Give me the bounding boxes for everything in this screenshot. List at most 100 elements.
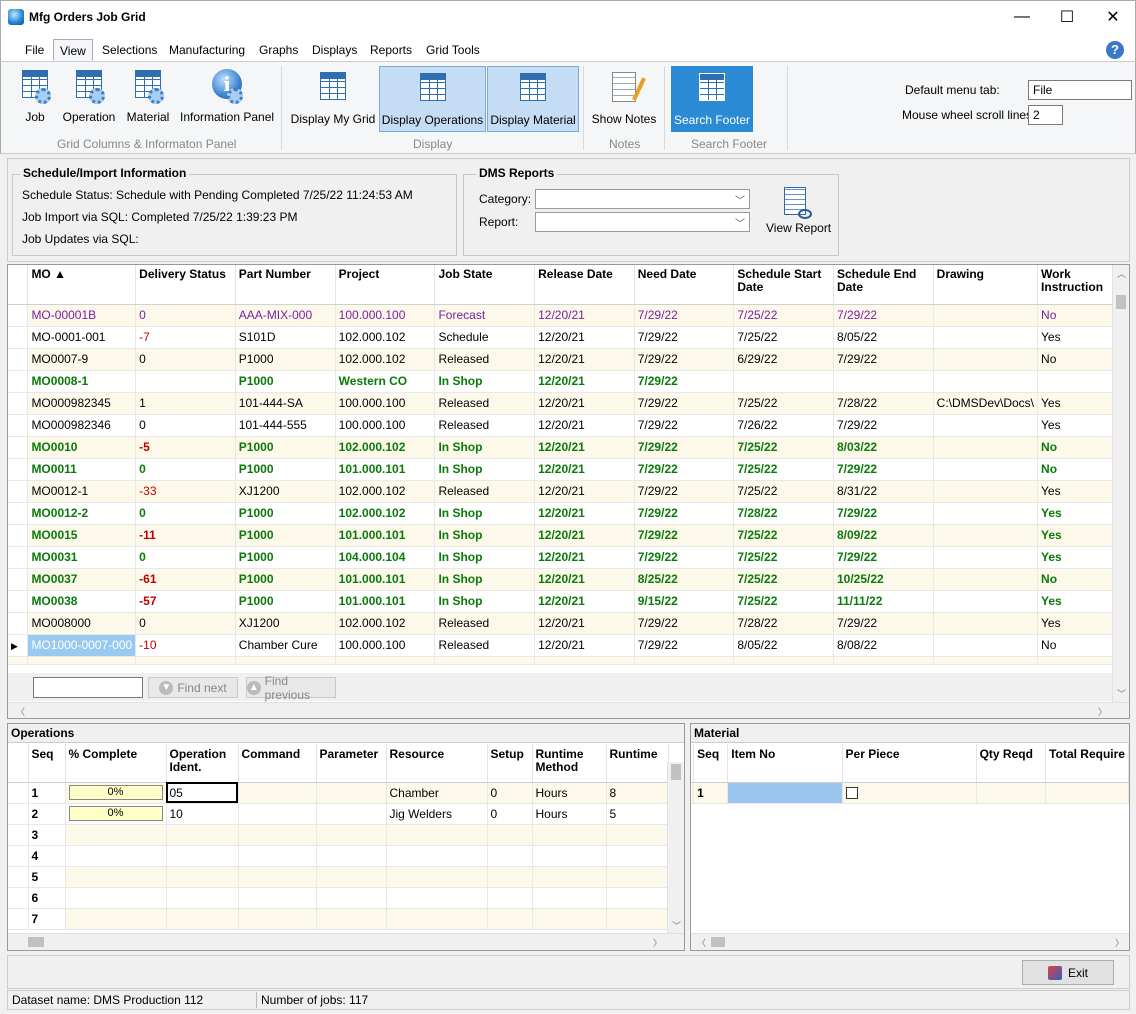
- release-date-cell[interactable]: 12/20/21: [534, 502, 635, 525]
- runtime-cell[interactable]: [606, 845, 669, 867]
- percent-complete-cell[interactable]: [65, 908, 167, 930]
- part-number-cell[interactable]: P1000: [235, 348, 336, 371]
- column-header[interactable]: Per Piece: [842, 744, 977, 783]
- scroll-left-icon[interactable]: 〈: [16, 705, 25, 718]
- job-state-cell[interactable]: Released: [434, 634, 536, 657]
- row-indicator[interactable]: [8, 326, 29, 349]
- release-date-cell[interactable]: 12/20/21: [534, 392, 635, 415]
- schedule-start-cell[interactable]: 7/28/22: [733, 612, 834, 635]
- drawing-cell[interactable]: [933, 502, 1039, 525]
- table-row[interactable]: MO0038 -57 P1000 101.000.101 In Shop 12/20/21…: [8, 590, 1129, 613]
- row-indicator[interactable]: [8, 304, 29, 327]
- resource-cell[interactable]: Jig Welders: [386, 803, 488, 825]
- runtime-method-cell[interactable]: [532, 887, 607, 909]
- row-indicator[interactable]: [8, 568, 29, 591]
- scroll-thumb[interactable]: [1116, 295, 1126, 309]
- resource-cell[interactable]: [386, 887, 488, 909]
- project-cell[interactable]: 100.000.100: [335, 304, 436, 327]
- setup-cell[interactable]: [487, 845, 533, 867]
- schedule-end-cell[interactable]: 7/29/22: [833, 414, 934, 437]
- job-state-cell[interactable]: In Shop: [434, 590, 536, 613]
- table-row[interactable]: MO0031 0 P1000 104.000.104 In Shop 12/20/21 7/…: [8, 546, 1129, 569]
- release-date-cell[interactable]: 12/20/21: [534, 612, 635, 635]
- scroll-thumb[interactable]: [711, 937, 725, 947]
- job-state-cell[interactable]: Schedule: [434, 326, 536, 349]
- schedule-start-cell[interactable]: 7/25/22: [733, 304, 834, 327]
- work-instruction-cell[interactable]: No: [1037, 304, 1122, 327]
- part-number-cell[interactable]: XJ1200: [235, 480, 336, 503]
- schedule-end-cell[interactable]: 8/08/22: [833, 634, 934, 657]
- project-cell[interactable]: 102.000.102: [335, 436, 436, 459]
- column-header[interactable]: Total Require: [1045, 744, 1129, 783]
- percent-complete-cell[interactable]: [65, 887, 167, 909]
- column-header[interactable]: Release Date: [534, 265, 635, 305]
- search-footer-button[interactable]: Search Footer: [671, 66, 753, 132]
- per-piece-cell[interactable]: [842, 782, 977, 804]
- project-cell[interactable]: 101.000.101: [335, 524, 436, 547]
- command-cell[interactable]: [238, 782, 317, 804]
- operation-ident-cell[interactable]: [166, 824, 239, 846]
- part-number-cell[interactable]: XJ1200: [235, 612, 336, 635]
- row-indicator[interactable]: [8, 348, 29, 371]
- need-date-cell[interactable]: 7/29/22: [634, 414, 735, 437]
- row-indicator[interactable]: ▶: [8, 634, 29, 657]
- operation-button[interactable]: Operation: [60, 68, 118, 124]
- delivery-status-cell[interactable]: -61: [135, 568, 236, 591]
- release-date-cell[interactable]: 12/20/21: [534, 326, 635, 349]
- vertical-scrollbar[interactable]: ︿ ﹀: [1112, 265, 1129, 702]
- scroll-right-icon[interactable]: 〉: [1098, 705, 1107, 718]
- work-instruction-cell[interactable]: No: [1037, 568, 1122, 591]
- column-header[interactable]: Parameter: [316, 744, 387, 783]
- drawing-cell[interactable]: [933, 458, 1039, 481]
- display-my-grid-button[interactable]: Display My Grid: [289, 66, 377, 132]
- runtime-method-cell[interactable]: [532, 908, 607, 930]
- schedule-start-cell[interactable]: 7/25/22: [733, 568, 834, 591]
- work-instruction-cell[interactable]: Yes: [1037, 524, 1122, 547]
- drawing-cell[interactable]: [933, 568, 1039, 591]
- release-date-cell[interactable]: 12/20/21: [534, 304, 635, 327]
- part-number-cell[interactable]: S101D: [235, 326, 336, 349]
- horizontal-scrollbar[interactable]: 〉: [8, 933, 684, 950]
- schedule-start-cell[interactable]: 7/25/22: [733, 458, 834, 481]
- vertical-scrollbar[interactable]: ﹀: [667, 762, 684, 934]
- tab-graphs[interactable]: Graphs: [253, 39, 304, 61]
- table-row[interactable]: MO0010 -5 P1000 102.000.102 In Shop 12/20/21 7…: [8, 436, 1129, 459]
- schedule-end-cell[interactable]: 11/11/22: [833, 590, 934, 613]
- scroll-down-icon[interactable]: ﹀: [672, 919, 681, 932]
- work-instruction-cell[interactable]: No: [1037, 458, 1122, 481]
- release-date-cell[interactable]: 12/20/21: [534, 634, 635, 657]
- runtime-method-cell[interactable]: Hours: [532, 782, 607, 804]
- row-indicator[interactable]: [8, 866, 29, 888]
- table-row[interactable]: MO008000 0 XJ1200 102.000.102 Released 12/20/…: [8, 612, 1129, 635]
- horizontal-scrollbar[interactable]: 〈 〉: [691, 933, 1129, 950]
- row-indicator[interactable]: [8, 845, 29, 867]
- delivery-status-cell[interactable]: 0: [135, 414, 236, 437]
- row-indicator[interactable]: [8, 370, 29, 393]
- drawing-cell[interactable]: [933, 480, 1039, 503]
- schedule-end-cell[interactable]: 10/25/22: [833, 568, 934, 591]
- operation-ident-cell[interactable]: [166, 908, 239, 930]
- mo-cell[interactable]: MO0012-2: [27, 502, 137, 525]
- delivery-status-cell[interactable]: -5: [135, 436, 236, 459]
- resource-cell[interactable]: [386, 824, 488, 846]
- scroll-down-icon[interactable]: ﹀: [1117, 687, 1126, 700]
- work-instruction-cell[interactable]: No: [1037, 436, 1122, 459]
- need-date-cell[interactable]: 7/29/22: [634, 612, 735, 635]
- parameter-cell[interactable]: [316, 803, 387, 825]
- scroll-thumb[interactable]: [28, 937, 44, 947]
- delivery-status-cell[interactable]: -7: [135, 326, 236, 349]
- column-header[interactable]: Part Number: [235, 265, 336, 305]
- schedule-end-cell[interactable]: 7/29/22: [833, 458, 934, 481]
- project-cell[interactable]: 104.000.104: [335, 546, 436, 569]
- schedule-start-cell[interactable]: 7/25/22: [733, 436, 834, 459]
- table-row[interactable]: MO000982346 0 101-444-555 100.000.100 Releas…: [8, 414, 1129, 437]
- table-row[interactable]: MO0015 -11 P1000 101.000.101 In Shop 12/20/21…: [8, 524, 1129, 547]
- job-state-cell[interactable]: Released: [434, 392, 536, 415]
- work-instruction-cell[interactable]: Yes: [1037, 392, 1122, 415]
- release-date-cell[interactable]: 12/20/21: [534, 414, 635, 437]
- mo-cell[interactable]: MO0011: [27, 458, 137, 481]
- operation-ident-cell[interactable]: [166, 887, 239, 909]
- table-row[interactable]: 7: [8, 908, 669, 930]
- schedule-end-cell[interactable]: 7/29/22: [833, 348, 934, 371]
- project-cell[interactable]: 100.000.100: [335, 414, 436, 437]
